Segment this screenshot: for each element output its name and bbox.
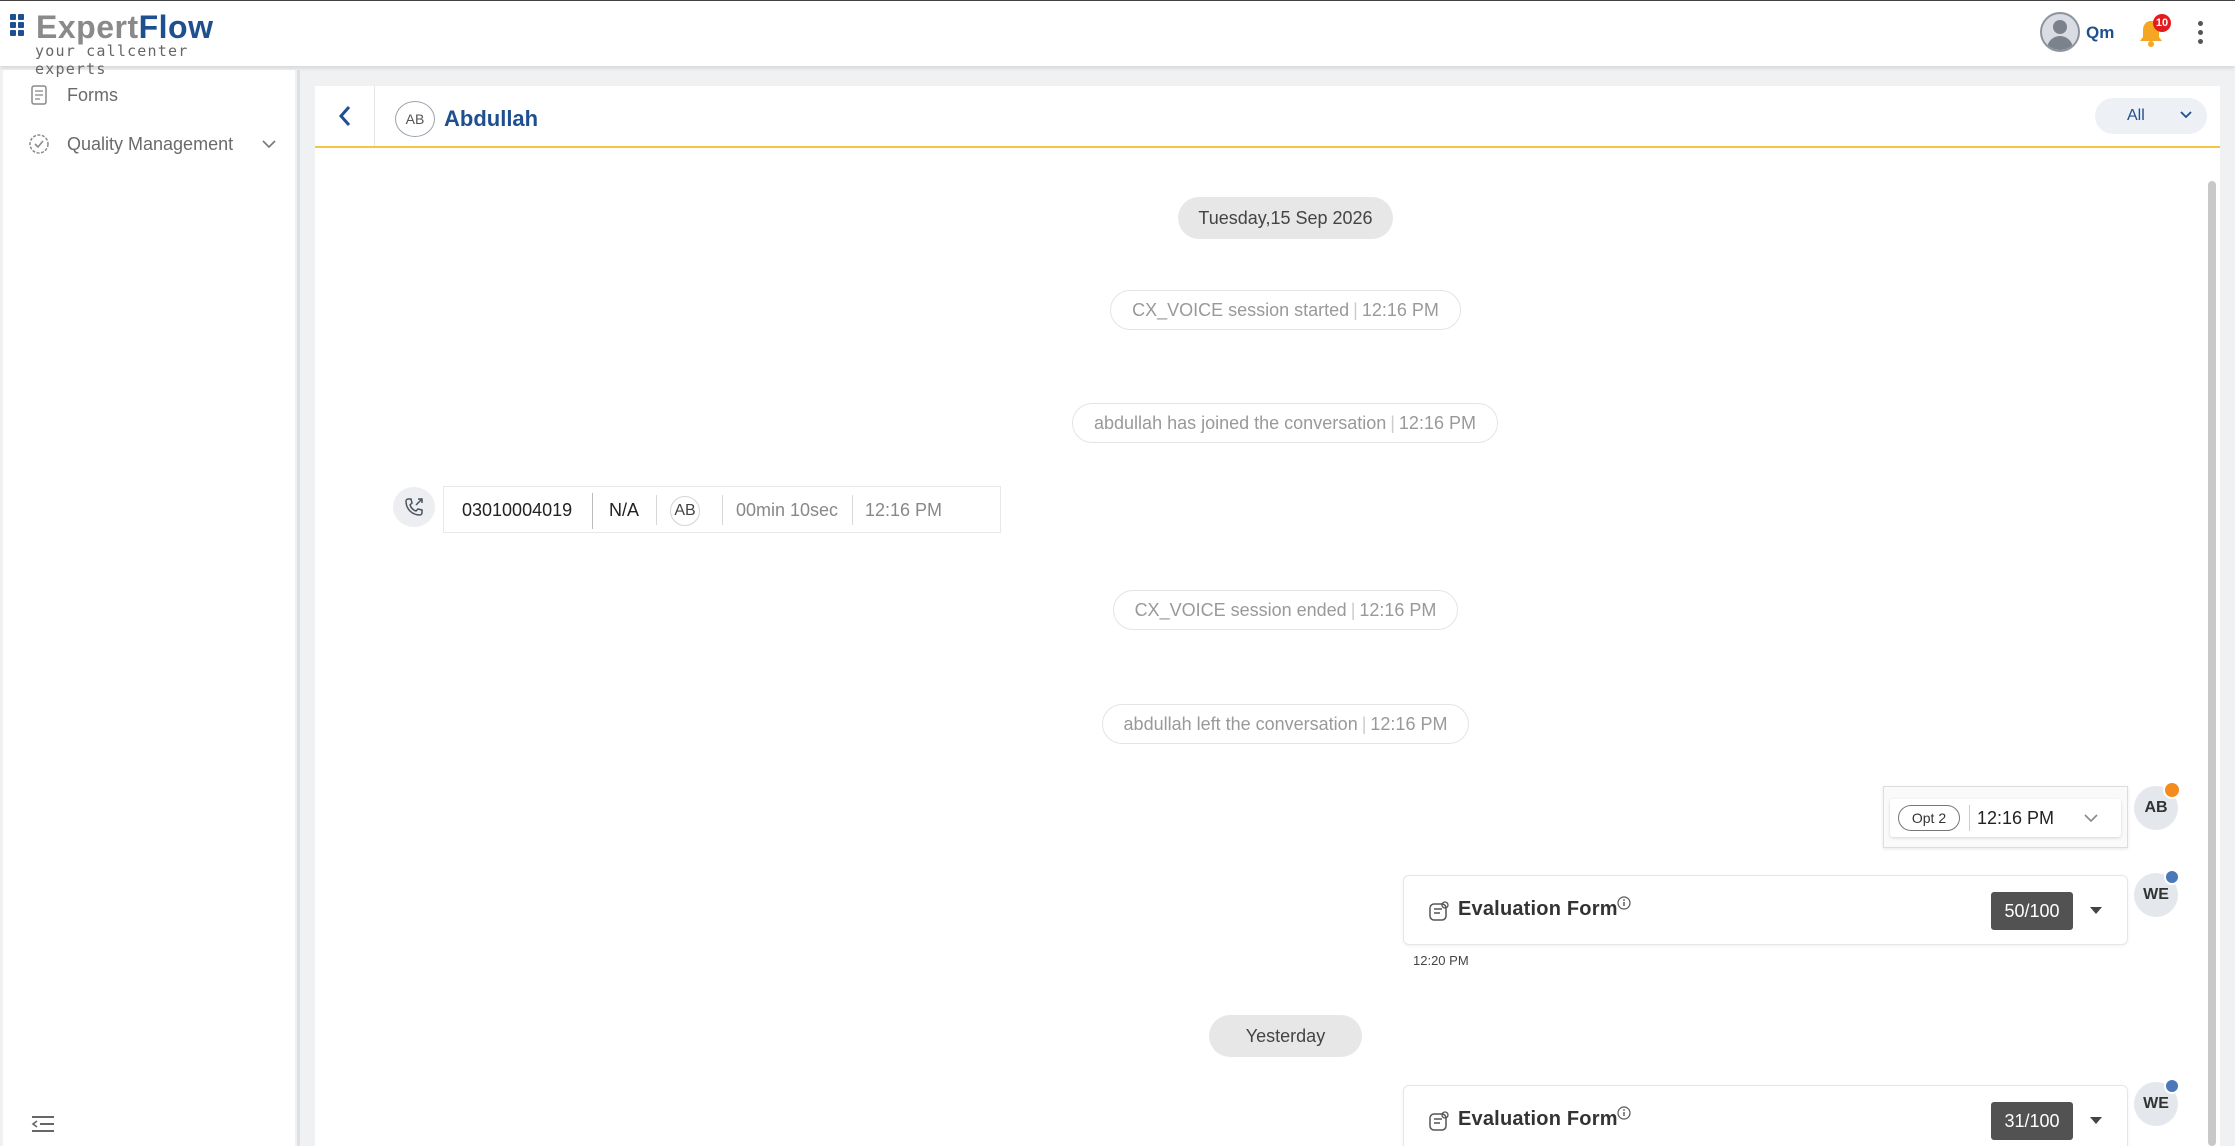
filter-value: All	[2127, 107, 2145, 124]
session-event: abdullah left the conversation | 12:16 PM	[1102, 704, 1469, 744]
collapse-sidebar-icon[interactable]	[30, 1114, 56, 1134]
conversation-header: AB Abdullah All	[315, 86, 2220, 148]
scrollbar[interactable]	[2208, 181, 2216, 1146]
notification-count-badge: 10	[2153, 14, 2171, 32]
call-log-card[interactable]: 03010004019 N/A AB 00min 10sec 12:16 PM	[443, 486, 1001, 533]
evaluation-score: 31/100	[1991, 1102, 2073, 1140]
user-name[interactable]: Qm	[2086, 23, 2114, 43]
phone-outgoing-icon	[405, 498, 423, 516]
date-separator: Tuesday,15 Sep 2026	[1178, 197, 1393, 239]
user-avatar[interactable]	[2040, 12, 2080, 52]
globe-badge-icon	[2164, 869, 2180, 885]
logo-grid-icon	[10, 14, 34, 38]
evaluation-title: Evaluation Form	[1458, 898, 1618, 920]
expertflow-logo[interactable]: ExpertFlow your callcenter experts	[10, 9, 220, 78]
channel-badge-icon	[2163, 781, 2181, 799]
evaluation-form-card[interactable]: Evaluation Form 50/100	[1403, 875, 2128, 945]
option-tag: Opt 2	[1898, 805, 1960, 831]
session-event: CX_VOICE session ended | 12:16 PM	[1113, 590, 1458, 630]
call-time: 12:16 PM	[865, 500, 943, 520]
logo-tagline: your callcenter experts	[35, 42, 189, 78]
evaluation-time: 12:20 PM	[1413, 953, 1469, 968]
session-event: abdullah has joined the conversation | 12:…	[1072, 403, 1498, 443]
conversation-filter-select[interactable]: All	[2095, 98, 2207, 134]
call-na: N/A	[609, 500, 640, 520]
option-time: 12:16 PM	[1977, 808, 2055, 828]
back-button[interactable]	[315, 86, 375, 146]
sidebar-item-quality-management[interactable]: Quality Management	[28, 129, 233, 159]
evaluation-form-icon	[1429, 1111, 1449, 1131]
more-options-icon[interactable]	[2194, 21, 2206, 47]
evaluation-title: Evaluation Form	[1458, 1108, 1618, 1130]
chevron-down-icon[interactable]	[261, 138, 277, 150]
agent-avatar: AB	[670, 496, 700, 526]
top-bar: ExpertFlow your callcenter experts Qm 10	[0, 0, 2235, 78]
globe-badge-icon	[2164, 1078, 2180, 1094]
call-number: 03010004019	[462, 500, 573, 520]
call-duration: 00min 10sec	[736, 500, 839, 520]
call-log-icon	[393, 487, 435, 527]
session-event: CX_VOICE session started | 12:16 PM	[1110, 290, 1461, 330]
evaluation-score: 50/100	[1991, 892, 2073, 930]
chevron-down-icon[interactable]	[2083, 813, 2099, 823]
sidebar-item-label: Forms	[67, 84, 118, 105]
logo-wordmark: ExpertFlow	[36, 9, 214, 45]
form-icon	[31, 85, 47, 105]
customer-avatar: AB	[395, 101, 435, 137]
chevron-left-icon	[338, 106, 350, 126]
evaluation-form-icon	[1429, 901, 1449, 921]
date-separator: Yesterday	[1209, 1015, 1362, 1057]
chevron-down-icon	[2180, 111, 2192, 119]
option-message-card[interactable]: Opt 2 12:16 PM	[1883, 786, 2128, 848]
caret-down-icon[interactable]	[2090, 1117, 2102, 1124]
sidebar-divider	[297, 70, 300, 1146]
sidebar-item-label: Quality Management	[67, 133, 234, 154]
info-icon[interactable]	[1617, 896, 1631, 910]
sidebar-item-forms[interactable]: Forms	[28, 80, 118, 110]
customer-name: Abdullah	[444, 106, 539, 131]
check-badge-icon	[29, 134, 49, 154]
info-icon[interactable]	[1617, 1106, 1631, 1120]
sidebar: Forms Quality Management	[3, 70, 295, 1146]
evaluation-form-card[interactable]: Evaluation Form 31/100	[1403, 1085, 2128, 1146]
caret-down-icon[interactable]	[2090, 907, 2102, 914]
